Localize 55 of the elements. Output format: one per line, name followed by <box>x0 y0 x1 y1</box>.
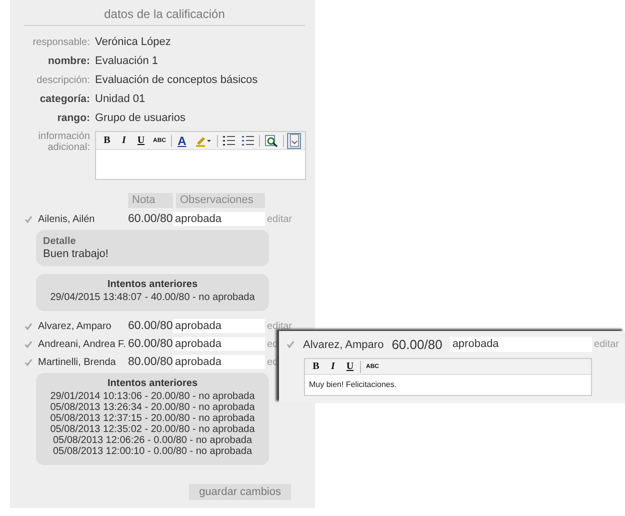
attempt-entry: 29/01/2014 10:13:06 - 20.00/80 - no aprobada <box>49 391 256 402</box>
field-label: nombre: <box>47 55 90 68</box>
grade: 60.00/80 <box>128 320 173 332</box>
detail-text: Buen trabajo! <box>43 248 110 261</box>
bold-button[interactable]: B <box>100 132 114 148</box>
italic-button[interactable]: I <box>117 132 131 148</box>
attempts-title: Intentos anteriores <box>106 378 199 389</box>
field-value: Verónica López <box>95 36 172 49</box>
observation-field[interactable]: aprobada <box>173 337 265 351</box>
checkbox[interactable] <box>24 358 33 366</box>
student-name: Ailenis, Ailén <box>37 214 95 224</box>
grade: 80.00/80 <box>128 356 173 368</box>
grade: 60.00/80 <box>128 213 173 225</box>
attempts-title: Intentos anteriores <box>106 279 199 290</box>
search-icon[interactable] <box>263 132 280 148</box>
checkbox[interactable] <box>24 322 33 330</box>
student-name: Alvarez, Amparo <box>37 320 112 332</box>
collapse-toolbar-icon[interactable] <box>287 132 301 148</box>
checkbox[interactable] <box>24 214 33 224</box>
student-name: Martinelli, Brenda <box>37 356 116 368</box>
column-header: Nota <box>128 193 173 208</box>
field-label: descripción: <box>36 74 90 87</box>
field-label: información adicional: <box>37 131 90 153</box>
observation-field[interactable]: aprobada <box>173 355 265 369</box>
grade: 60.00/80 <box>392 337 444 352</box>
underline-button[interactable]: U <box>134 132 148 148</box>
field-value: Unidad 01 <box>95 93 146 106</box>
panel-title: datos de la calificación <box>24 7 305 26</box>
field-value: Evaluación 1 <box>95 55 159 68</box>
field-value: Evaluación de conceptos básicos <box>95 74 259 87</box>
field-label: rango: <box>56 112 90 125</box>
attempt-entry: 05/08/2013 12:37:15 - 20.00/80 - no aprobada <box>49 413 256 424</box>
student-name: Andreani, Andrea F. <box>37 338 126 350</box>
field-label: categoría: <box>38 93 90 106</box>
italic-button[interactable]: I <box>326 358 340 374</box>
checkbox[interactable] <box>24 340 33 348</box>
student-name: Alvarez, Amparo <box>302 338 384 350</box>
field-label: responsable: <box>32 36 90 49</box>
observation-field[interactable]: aprobada <box>173 212 265 226</box>
column-header: Observaciones <box>176 193 265 208</box>
grade: 60.00/80 <box>128 338 173 350</box>
attempt-entry: 05/08/2013 12:00:10 - 0.00/80 - no aprobada <box>52 446 254 457</box>
observation-field[interactable]: aprobada <box>450 337 592 352</box>
checkbox[interactable] <box>286 340 295 349</box>
bold-button[interactable]: B <box>309 358 323 374</box>
attempt-entry: 05/08/2013 12:06:26 - 0.00/80 - no aprobada <box>52 435 254 446</box>
field-value: Grupo de usuarios <box>95 112 186 125</box>
color-button[interactable]: A <box>175 132 189 148</box>
observation-field[interactable]: aprobada <box>173 319 265 333</box>
attempt-entry: 05/08/2013 12:35:02 - 20.00/80 - no aprobada <box>49 424 256 435</box>
attempt-entry: 05/08/2013 13:26:34 - 20.00/80 - no aprobada <box>49 402 256 413</box>
detail-title: Detalle <box>43 235 77 248</box>
underline-button[interactable]: U <box>343 358 357 374</box>
comment-text: Muy bien! Felicitaciones. <box>308 379 398 391</box>
attempt-entry: 29/04/2015 13:48:07 - 40.00/80 - no aprobada <box>49 292 256 303</box>
